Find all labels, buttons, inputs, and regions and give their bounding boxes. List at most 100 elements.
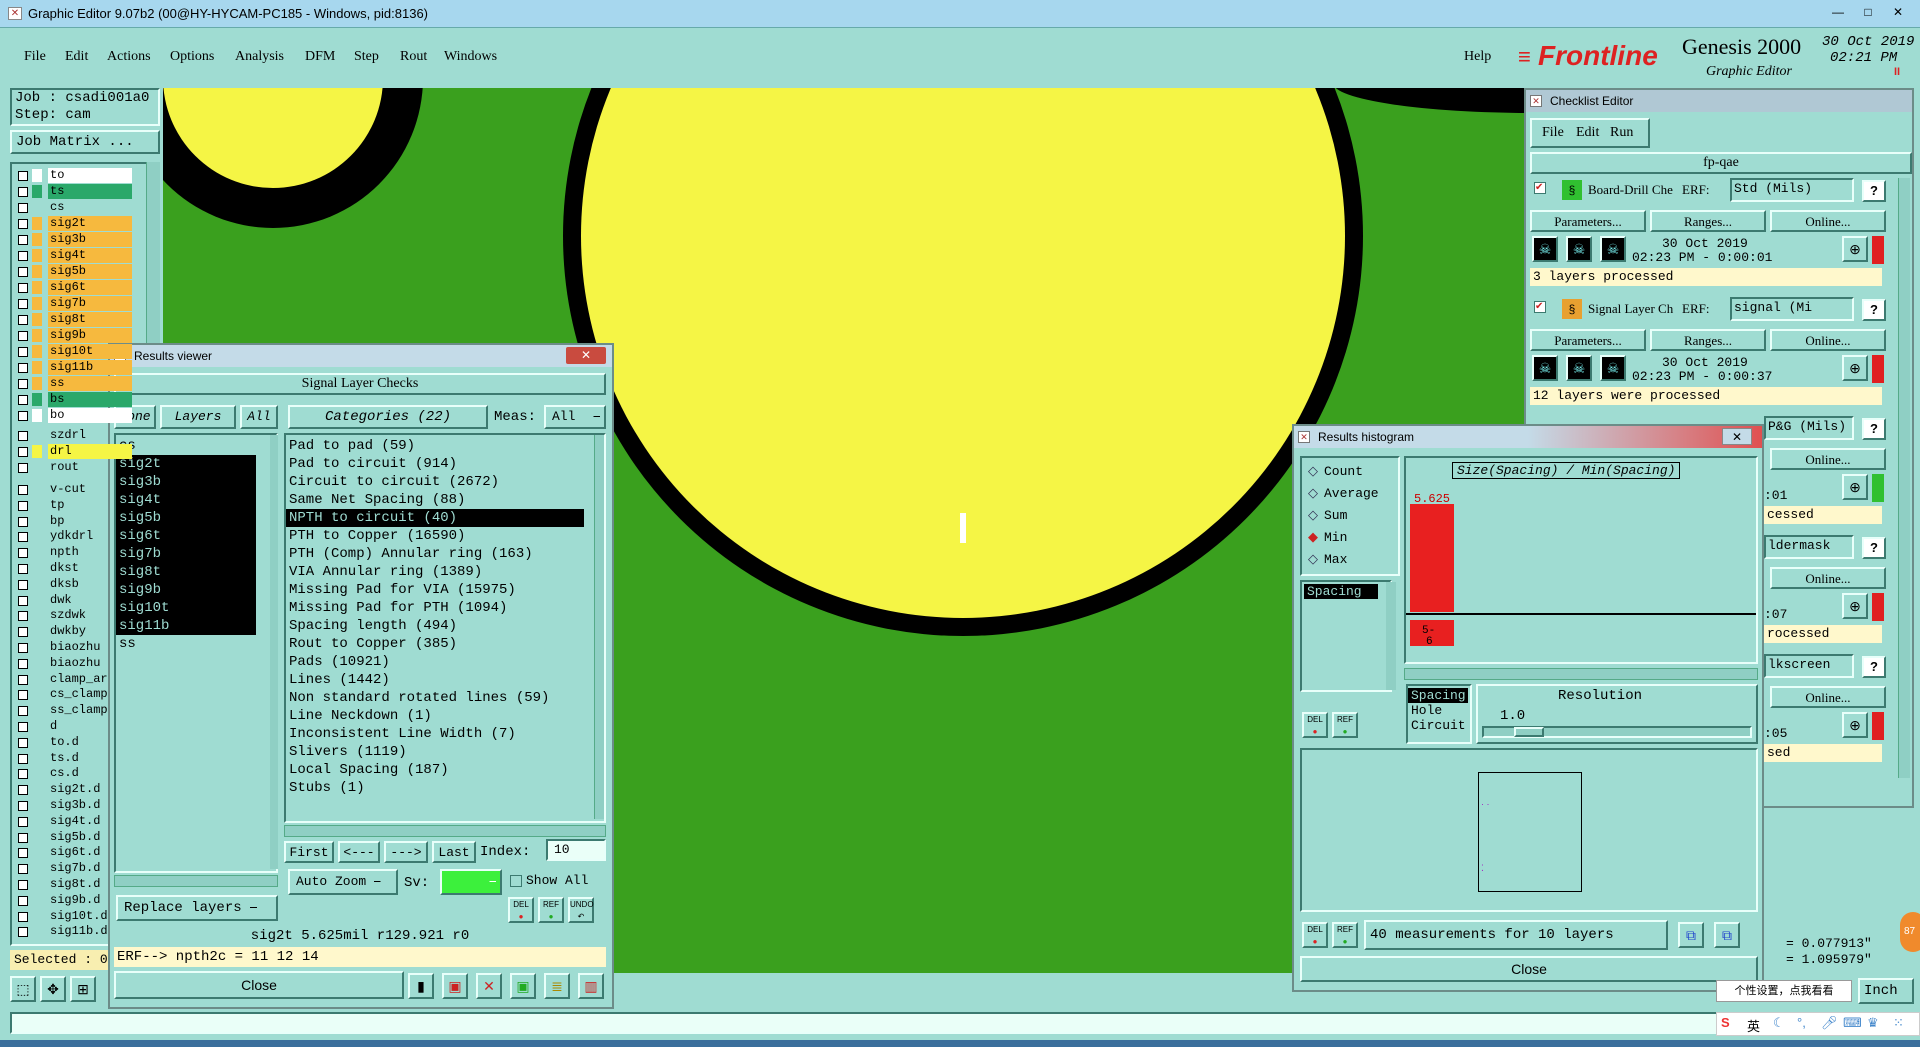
close-icon[interactable]: ✕ [1722,428,1752,445]
layer-name[interactable]: sig3b.d [48,798,132,813]
ime-grid-icon[interactable]: ⁙ [1893,1015,1904,1031]
run-step-icon[interactable]: ☠ [1600,236,1626,262]
minimize-button[interactable]: — [1826,3,1850,21]
layer-name[interactable]: sig9b.d [48,893,132,908]
layer-row[interactable]: szdrl [14,428,134,443]
category-item[interactable]: Inconsistent Line Width (7) [286,725,604,743]
ime-moon-icon[interactable]: ☾ [1773,1015,1785,1031]
mode-radio[interactable]: ◇ Count [1308,464,1363,482]
checklist-menu-file[interactable]: File [1542,125,1564,141]
replace-layers-button[interactable]: Replace layers ⎯ [116,895,278,921]
online-button[interactable]: Online... [1770,448,1886,470]
layer-checkbox[interactable] [18,516,28,527]
layer-color-swatch[interactable] [32,297,42,310]
layer-row[interactable]: szdwk [14,608,134,623]
layer-color-swatch[interactable] [32,577,42,591]
layer-name[interactable]: bs [48,392,132,407]
report-icon[interactable]: ▣ [442,973,468,999]
layer-row[interactable]: ss_clamp [14,703,134,718]
category-item[interactable]: Slivers (1119) [286,743,604,761]
layer-color-swatch[interactable] [32,862,42,876]
check-name[interactable]: Board-Drill Che [1588,182,1678,198]
parameters-button[interactable]: Parameters... [1530,210,1646,232]
menu-dfm[interactable]: DFM [305,49,335,65]
ime-punct-icon[interactable]: °, [1797,1015,1806,1030]
category-item[interactable]: Missing Pad for VIA (15975) [286,581,604,599]
layer-color-swatch[interactable] [32,461,42,474]
layer-color-swatch[interactable] [32,704,42,718]
layer-color-swatch[interactable] [32,498,42,512]
category-item[interactable]: VIA Annular ring (1389) [286,563,604,581]
close-window-button[interactable]: ✕ [1886,3,1910,21]
result-layer-item[interactable]: sig8t [116,563,256,581]
layer-color-swatch[interactable] [32,783,42,797]
layer-name[interactable]: dksb [48,577,132,592]
checklist-menu-run[interactable]: Run [1610,125,1633,141]
layer-checkbox[interactable] [18,315,28,325]
layer-checkbox[interactable] [18,347,28,357]
ranges-button[interactable]: Ranges... [1650,210,1766,232]
layer-name[interactable]: bo [48,408,132,423]
layer-row[interactable]: cs_clamp [14,687,134,702]
layer-checkbox[interactable] [18,611,28,622]
layer-checkbox[interactable] [18,532,28,543]
layer-name[interactable]: tp [48,498,132,513]
resolution-slider[interactable] [1482,726,1752,738]
category-item[interactable]: Lines (1442) [286,671,604,689]
result-layer-item[interactable]: sig5b [116,509,256,527]
layer-color-swatch[interactable] [32,799,42,812]
job-matrix-button[interactable]: Job Matrix ... [10,130,160,154]
layer-checkbox[interactable] [18,880,28,890]
maximize-button[interactable]: □ [1856,3,1880,21]
layer-color-swatch[interactable] [32,483,42,496]
category-item[interactable]: Local Spacing (187) [286,761,604,779]
layer-color-swatch[interactable] [32,593,42,607]
help-button[interactable]: ? [1862,299,1886,321]
layer-name[interactable]: cs_clamp [48,687,132,702]
run-icon[interactable]: ☠ [1532,355,1558,381]
zoom-out-icon[interactable]: ⧉ [1678,922,1704,948]
ime-language[interactable]: 英 [1747,1016,1760,1035]
export-icon[interactable]: ▣ [510,973,536,999]
check-erf-value[interactable]: ldermask [1764,535,1854,559]
layer-name[interactable]: sig2t.d [48,782,132,797]
layer-checkbox[interactable] [18,643,28,653]
layer-checkbox[interactable] [18,431,28,441]
layer-name[interactable]: sig2t [48,216,132,231]
close-icon[interactable]: ✕ [566,347,606,364]
layer-color-swatch[interactable] [32,530,42,544]
layer-name[interactable]: biaozhu [48,656,132,671]
layer-name[interactable]: sig8t [48,312,132,327]
layer-checkbox[interactable] [18,627,28,638]
layer-color-swatch[interactable] [32,656,42,670]
menu-step[interactable]: Step [354,49,379,65]
layer-row[interactable]: sig5b [14,264,134,279]
layer-row[interactable]: sig2t [14,216,134,231]
mode-radio[interactable]: ◇ Sum [1308,508,1347,526]
layer-row[interactable]: npth [14,545,134,560]
category-item[interactable]: Circuit to circuit (2672) [286,473,604,491]
layer-color-swatch[interactable] [32,377,42,390]
layer-checkbox[interactable] [18,564,28,574]
layer-color-swatch[interactable] [32,751,42,765]
layer-checkbox[interactable] [18,363,28,373]
layer-name[interactable]: dkst [48,561,132,576]
layer-row[interactable]: to [14,168,134,183]
category-item[interactable]: Non standard rotated lines (59) [286,689,604,707]
layer-checkbox[interactable] [18,500,28,511]
layer-checkbox[interactable] [18,251,28,261]
layer-name[interactable]: szdwk [48,608,132,623]
layer-color-swatch[interactable] [32,846,42,860]
layer-row[interactable]: sig2t.d [14,782,134,797]
del-button[interactable]: DEL ● [508,897,534,923]
layer-row[interactable]: clamp_ar [14,672,134,687]
layer-checkbox[interactable] [18,267,28,277]
first-button[interactable]: First [284,841,334,863]
layer-name[interactable]: ts [48,184,132,199]
layer-color-swatch[interactable] [32,672,42,686]
histogram-icon[interactable]: ▥ [578,973,604,999]
hist-del-button[interactable]: DEL ● [1302,712,1328,738]
layer-name[interactable]: to [48,168,132,183]
layer-name[interactable]: npth [48,545,132,560]
layer-list-hscroll[interactable] [114,875,278,887]
